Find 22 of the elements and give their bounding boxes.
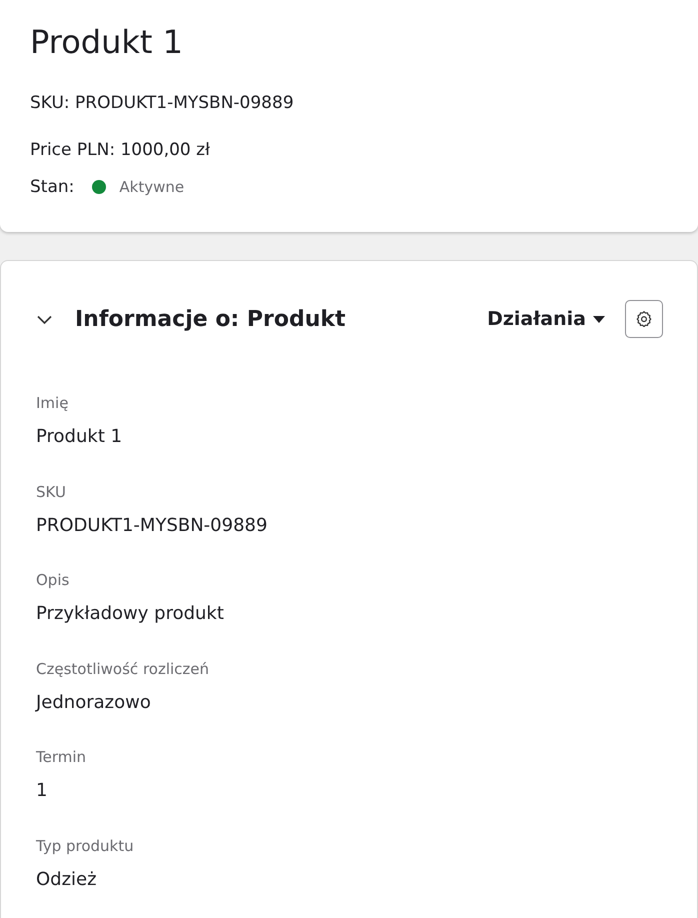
field-value: Produkt 1 [36,425,122,449]
settings-button[interactable] [625,300,663,338]
status-label: Stan: [30,177,74,197]
summary-line: SKU: PRODUKT1-MYSBN-09889 [30,92,294,115]
field-label: Termin [36,747,86,767]
settings-icon [636,311,652,327]
section-title: Informacje o: Produkt [75,306,347,332]
field-label: SKU [36,482,66,502]
field-value: PRODUKT1-MYSBN-09889 [36,514,268,538]
field-label: Imię [36,393,68,413]
field-value: 1 [36,779,48,803]
field-label: Typ produktu [36,836,134,856]
field-label: Częstotliwość rozliczeń [36,658,210,678]
caret-icon [593,316,605,322]
product-title: Produkt 1 [30,22,183,62]
field-label: Opis [36,570,70,590]
field-value: Odzież [36,868,97,892]
field-value: Jednorazowo [36,690,151,714]
status-value: Aktywne [119,178,184,196]
actions-dropdown[interactable]: Działania [487,308,605,330]
field-value: Przykładowy produkt [36,602,224,626]
summary-line: Price PLN: 1000,00 zł [30,139,210,162]
